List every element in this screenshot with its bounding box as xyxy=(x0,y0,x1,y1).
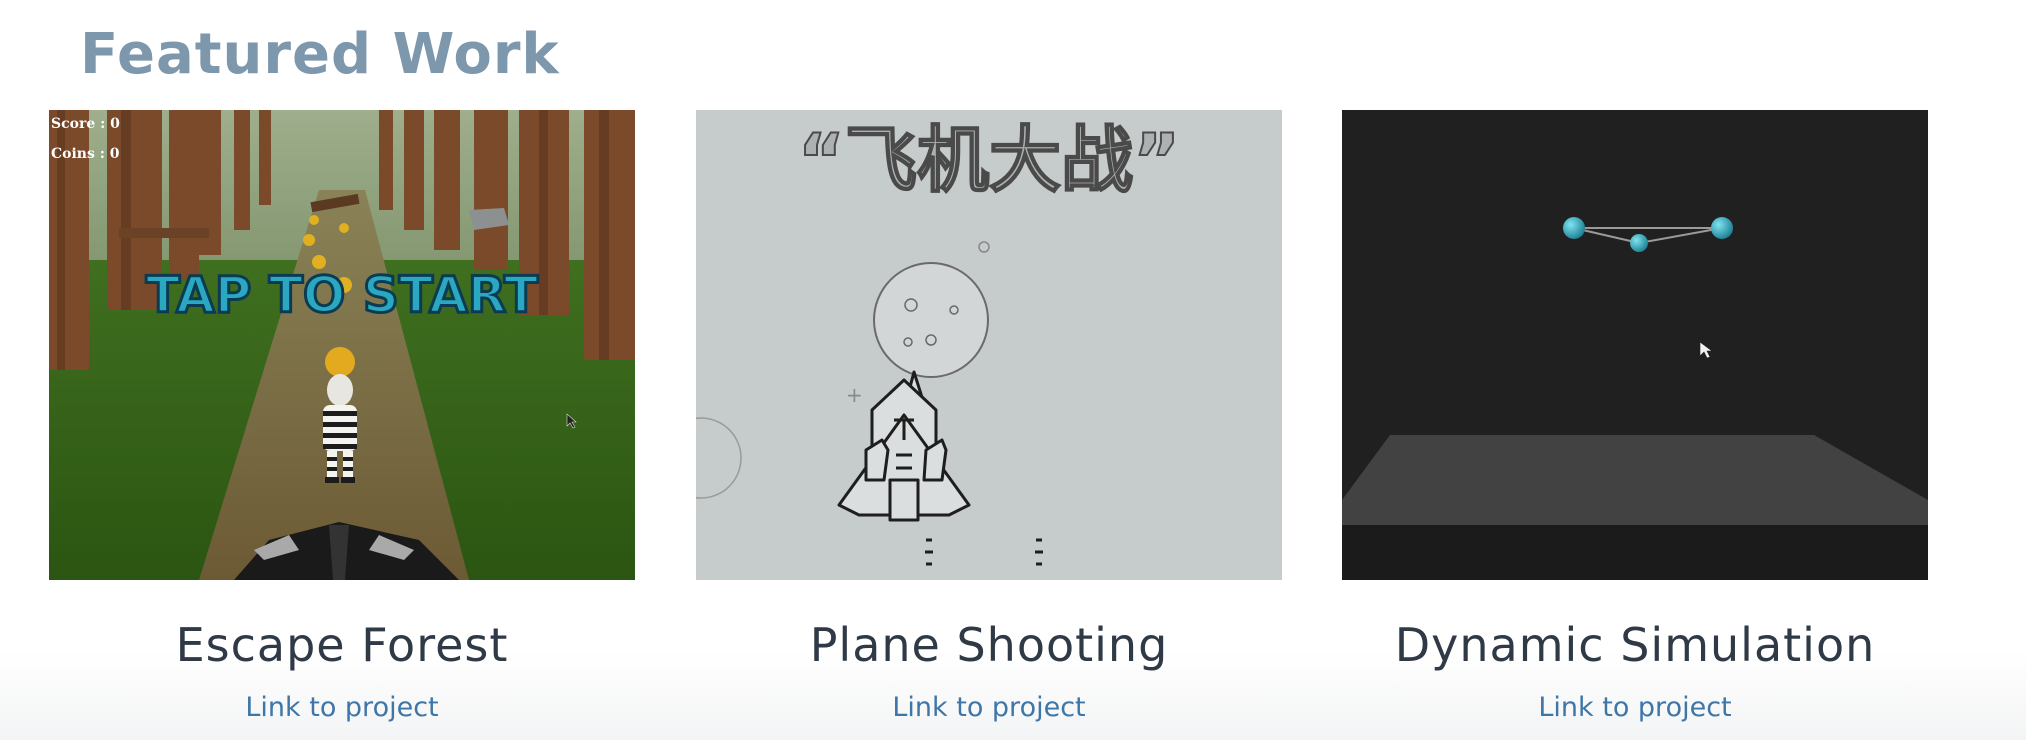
project-title: Dynamic Simulation xyxy=(1394,618,1876,672)
dynamic-simulation-screenshot[interactable] xyxy=(1342,110,1928,580)
featured-work-page: Featured Work TAP TO START Score: 0 Coi… xyxy=(0,0,2026,740)
project-link[interactable]: Link to project xyxy=(1342,692,1928,723)
project-card-plane-shooting: “飞机大战” + Plane Shooting Link to project xyxy=(696,110,1282,723)
project-title: Plane Shooting xyxy=(809,618,1169,672)
svg-text:+: + xyxy=(846,383,863,407)
escape-forest-screenshot[interactable]: TAP TO START Score : 0 Coins : 0 xyxy=(49,110,635,580)
score-label: Score : 0 xyxy=(51,116,120,132)
project-title: Escape Forest xyxy=(175,618,509,672)
section-title: Featured Work xyxy=(80,22,560,87)
project-link[interactable]: Link to project xyxy=(49,692,635,723)
plane-shooting-banner: “飞机大战” xyxy=(798,118,1181,202)
tap-to-start-banner: TAP TO START xyxy=(146,266,538,324)
project-card-escape-forest: TAP TO START Score : 0 Coins : 0 Escape … xyxy=(49,110,635,723)
plane-shooting-screenshot[interactable]: “飞机大战” + xyxy=(696,110,1282,580)
coins-label: Coins : 0 xyxy=(51,146,120,162)
project-card-dynamic-simulation: Dynamic Simulation Link to project xyxy=(1342,110,1928,723)
project-link[interactable]: Link to project xyxy=(696,692,1282,723)
